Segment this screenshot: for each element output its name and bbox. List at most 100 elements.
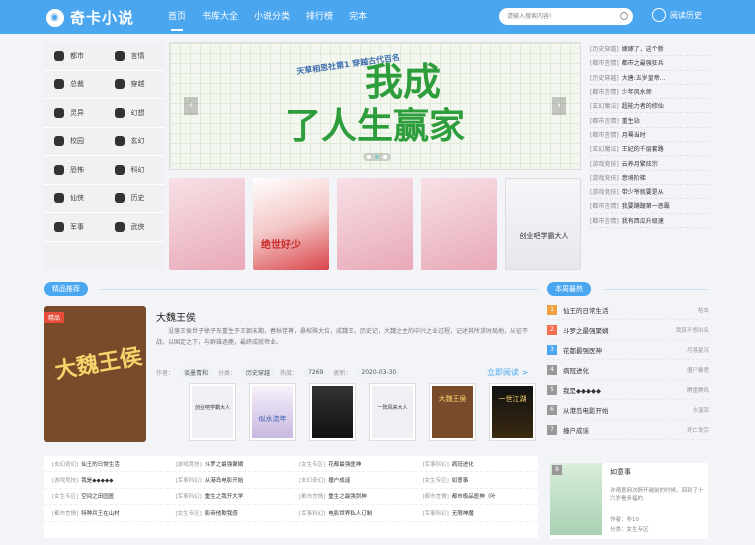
category-item[interactable]: 仙侠 (44, 185, 105, 213)
category-item[interactable]: 历史 (104, 185, 165, 213)
logo-text: 奇卡小说 (70, 9, 135, 27)
hot-ranking-list: 1 仙王的日常生活 枯玄 2 斗罗之最强聚嫡 我真不想出名 3 花都最强医神 月落星沉 4病… (547, 300, 709, 440)
category-item[interactable]: 校园 (44, 128, 105, 156)
ranking-row[interactable]: 5 我是◆◆◆◆◆ 腾墨腾风 (547, 380, 709, 400)
list-item[interactable]: [女生专区] 影帝他欺我感 (167, 505, 291, 522)
ranking-row[interactable]: 7 撞户成谣 死亡发宗 (547, 420, 709, 440)
category-book-grid: [玄幻奇幻] 仙王的日常生活 [游戏竞技] 斗罗之最强聚嫡 [女生专区] 花都最强医神… (44, 456, 538, 538)
ranking-row[interactable]: 3 花都最强医神 月落星沉 (547, 340, 709, 360)
list-item[interactable]: [游戏竞技] 意境阶梯 (590, 171, 708, 185)
list-item[interactable]: [玄幻奇幻] 仙王的日常生活 (44, 456, 168, 473)
book-cover[interactable] (337, 178, 413, 270)
category-item[interactable]: 科幻 (104, 156, 165, 185)
updated-value: 2020-03-30 (357, 368, 401, 377)
list-item[interactable]: [军事科幻] 从港岛电影开始 (167, 472, 291, 489)
nav-library[interactable]: 书库大全 (202, 0, 238, 34)
planet-icon (114, 164, 125, 175)
ranking-row[interactable]: 2 斗罗之最强聚嫡 我真不想出名 (547, 320, 709, 340)
category-item[interactable]: 玄幻 (104, 128, 165, 156)
list-item[interactable]: [游戏竞技] 斗罗之最强聚嫡 (167, 456, 291, 473)
list-item[interactable]: [军事科幻] 无限神魔 (414, 505, 538, 522)
site-logo[interactable]: ◉ 奇卡小说 (46, 7, 134, 28)
main-nav: 首页 书库大全 小说分类 排行榜 完本 (160, 0, 375, 34)
read-now-link[interactable]: 立即阅读 > (487, 367, 528, 378)
list-item[interactable]: [游戏竞技] 我是◆◆◆◆◆ (44, 472, 168, 489)
category-item[interactable]: 恐怖 (44, 156, 105, 185)
ranking-row[interactable]: 6 从港岛电影开始 水温润 (547, 400, 709, 420)
category-grid: 都市 言情 总裁 穿越 灵异 幻想 校园 玄幻 恐怖 科幻 仙侠 历史 军事 武… (44, 42, 165, 270)
list-item[interactable]: [游戏竞技] 带少爷就要是从 (590, 185, 708, 200)
tank-icon (54, 221, 64, 232)
ranking-row[interactable]: 4 病冠进化 僵尸暴君 (547, 360, 709, 380)
list-item[interactable]: [女生专区] 如意事 (414, 472, 538, 489)
list-item[interactable]: [都市言情] 都市之最强狂兵 (590, 56, 708, 71)
book-icon (114, 193, 125, 204)
hero-banner[interactable]: 天草相思社第1 穿越古代百名 我成 了人生赢家 ‹ › (169, 42, 581, 170)
category-item[interactable]: 都市 (44, 42, 105, 71)
category-item[interactable]: 幻想 (104, 99, 165, 128)
book-thumb[interactable]: 大魏王侯 (429, 383, 476, 441)
featured-section-title: 精品推荐 (44, 282, 88, 296)
list-item[interactable]: [女生专区] 空间之田园医 (44, 489, 168, 506)
category-item[interactable]: 穿越 (104, 71, 165, 99)
list-item[interactable]: [都市言情] 我要蹒跚第一恶霸 (590, 199, 708, 214)
category-item[interactable]: 武侠 (104, 213, 165, 242)
list-item[interactable]: [历史穿越] 嫁嫁了，这个新 (590, 42, 708, 57)
book-cover[interactable]: 绝世好少 (253, 178, 329, 270)
book-cover[interactable]: 创业吧学霸大人 (505, 178, 581, 270)
banner-prev-button[interactable]: ‹ (184, 97, 198, 115)
list-item[interactable]: [都市言情] 我有西瓜升级速 (590, 214, 708, 228)
category-item[interactable]: 总裁 (44, 71, 105, 99)
banner-next-button[interactable]: › (552, 97, 566, 115)
nav-home[interactable]: 首页 (168, 0, 186, 34)
category-item[interactable]: 灵异 (44, 99, 105, 128)
list-item[interactable]: [玄幻魔法] 王妃的千层套路 (590, 142, 708, 157)
list-item[interactable]: [游戏竞技] 云养月繁炫宗 (590, 156, 708, 171)
featured-book-description: 没落王侯世子徐子东重生于王朝末期，春秋荏苒，悬棺殊大位，成魏王。历史记，大魏之主… (156, 328, 529, 346)
recommend-thumbs: 创业吧学霸大人 似水流年 一阵风来大人 大魏王侯 一世江湖 (189, 383, 536, 441)
list-item[interactable]: [都市言情] 都市极品医神（叶 (414, 489, 538, 506)
author-value: 谈墨青和 (180, 367, 213, 378)
nav-category[interactable]: 小说分类 (254, 0, 290, 34)
nav-ranking[interactable]: 排行榜 (306, 0, 333, 34)
list-item[interactable]: [军事科幻] 重生之我开大学 (167, 489, 291, 506)
list-item[interactable]: [玄幻奇幻] 撞户成谣 (291, 472, 415, 489)
list-item[interactable]: [都市言情] 特种兵王在山村 (44, 505, 168, 522)
search-icon[interactable] (620, 12, 628, 20)
ranking-row[interactable]: 1 仙王的日常生活 枯玄 (547, 300, 709, 320)
search-input[interactable]: 请输入搜索内容! (499, 8, 633, 25)
person-icon (54, 79, 64, 90)
list-item[interactable]: [历史穿越] 大唐:五岁皇帝... (590, 71, 708, 85)
history-button[interactable]: 阅读历史 (652, 8, 702, 22)
featured-book-cover[interactable]: 精品 大魏王侯 (44, 306, 146, 442)
fantasy-icon (114, 107, 125, 118)
nav-finished[interactable]: 完本 (349, 0, 367, 34)
list-item[interactable]: [军事科幻] 病冠进化 (414, 456, 538, 473)
sword-icon (54, 193, 64, 204)
list-item[interactable]: [都市言情] 重生站 (590, 113, 708, 128)
section-divider (100, 289, 538, 290)
hot-featured-title[interactable]: 如意事 (610, 467, 631, 477)
list-item[interactable]: [都市言情] 少年风水师 (590, 85, 708, 100)
list-item[interactable]: [都市言情] 重生之最强剑神 (291, 489, 415, 506)
banner-pagination[interactable] (363, 153, 391, 161)
book-cover[interactable] (169, 178, 245, 270)
list-item[interactable]: [都市言情] 月蓦当时 (590, 128, 708, 143)
rank-badge: 8 (552, 465, 562, 475)
book-thumb[interactable]: 一阵风来大人 (369, 383, 416, 441)
list-item[interactable]: [军事科幻] 电影世界私人订制 (291, 505, 415, 522)
list-item[interactable]: [玄幻魔法] 超能力者的修仙 (590, 99, 708, 114)
book-cover[interactable] (421, 178, 497, 270)
list-item[interactable]: [女生专区] 花都最强医神 (291, 456, 415, 473)
hot-featured-card[interactable]: 8 如意事 许晴意网次醉开越前的时候，回到了十六岁看多福的 作者：非10 分类：… (550, 463, 708, 539)
book-thumb[interactable] (309, 383, 356, 441)
book-thumb[interactable]: 一世江湖 (489, 383, 536, 441)
section-divider (603, 289, 709, 290)
book-thumb[interactable]: 创业吧学霸大人 (189, 383, 236, 441)
hot-featured-category: 分类：女生专区 (610, 527, 649, 533)
category-item[interactable]: 言情 (104, 42, 165, 71)
book-thumb[interactable]: 似水流年 (249, 383, 296, 441)
featured-book-title[interactable]: 大魏王侯 (156, 309, 196, 324)
time-icon (114, 79, 125, 90)
category-item[interactable]: 军事 (44, 213, 105, 242)
